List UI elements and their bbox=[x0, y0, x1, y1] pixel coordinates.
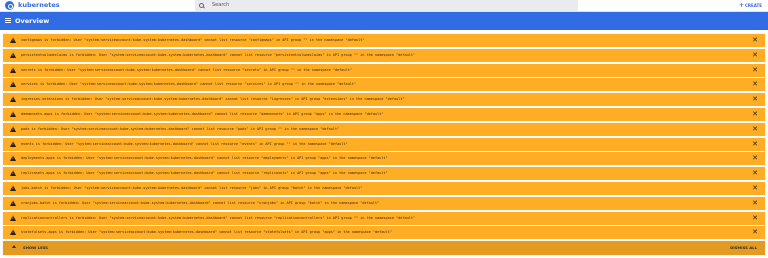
show-less-button[interactable]: SHOW LESS bbox=[23, 241, 48, 255]
kubernetes-logo-icon[interactable] bbox=[5, 1, 14, 10]
notification-item: jobs.batch is forbidden: User "system:se… bbox=[3, 182, 765, 196]
create-button[interactable]: +CREATE bbox=[739, 0, 762, 11]
notification-message: events is forbidden: User "system:servic… bbox=[21, 141, 348, 146]
close-icon[interactable]: ✕ bbox=[752, 212, 758, 225]
notification-item: pods is forbidden: User "system:servicea… bbox=[3, 122, 765, 137]
close-icon[interactable]: ✕ bbox=[752, 138, 758, 151]
menu-icon[interactable] bbox=[5, 18, 11, 23]
notification-item: services is forbidden: User "system:serv… bbox=[3, 78, 765, 93]
notification-message: replicationcontrollers is forbidden: Use… bbox=[21, 215, 416, 220]
notification-item: persistentvolumeclaims is forbidden: Use… bbox=[3, 48, 765, 63]
notification-message: jobs.batch is forbidden: User "system:se… bbox=[21, 186, 363, 190]
warning-icon bbox=[10, 81, 16, 88]
notification-message: statefulsets.apps is forbidden: User "sy… bbox=[21, 230, 392, 235]
warning-icon bbox=[10, 125, 16, 132]
close-icon[interactable]: ✕ bbox=[752, 34, 758, 47]
notification-item: secrets is forbidden: User "system:servi… bbox=[3, 63, 765, 78]
warning-icon bbox=[10, 185, 16, 191]
plus-icon: + bbox=[738, 2, 744, 9]
close-icon[interactable]: ✕ bbox=[752, 64, 758, 77]
top-bar: kubernetes Search +CREATE bbox=[0, 0, 768, 12]
notification-message: deployments.apps is forbidden: User "sys… bbox=[21, 156, 388, 161]
notification-item: statefulsets.apps is forbidden: User "sy… bbox=[3, 226, 765, 241]
notification-item: deployments.apps is forbidden: User "sys… bbox=[3, 152, 765, 167]
close-icon[interactable]: ✕ bbox=[752, 108, 758, 121]
notification-panel: configmaps is forbidden: User "system:se… bbox=[3, 34, 765, 255]
warning-icon bbox=[10, 170, 16, 177]
search-placeholder: Search bbox=[212, 2, 230, 8]
close-icon[interactable]: ✕ bbox=[752, 167, 758, 180]
notification-item: replicationcontrollers is forbidden: Use… bbox=[3, 211, 765, 226]
notification-message: secrets is forbidden: User "system:servi… bbox=[21, 67, 352, 72]
notification-message: daemonsets.apps is forbidden: User "syst… bbox=[21, 112, 384, 116]
notification-item: configmaps is forbidden: User "system:se… bbox=[3, 34, 765, 48]
toolbar: Overview bbox=[0, 12, 768, 30]
warning-icon bbox=[10, 51, 16, 58]
notification-footer: SHOW LESS DISMISS ALL bbox=[3, 241, 765, 255]
close-icon[interactable]: ✕ bbox=[752, 152, 758, 165]
page-title: Overview bbox=[15, 17, 50, 25]
notification-item: ingresses.extensions is forbidden: User … bbox=[3, 93, 765, 108]
dismiss-all-button[interactable]: DISMISS ALL bbox=[730, 241, 757, 255]
notification-message: services is forbidden: User "system:serv… bbox=[21, 82, 357, 87]
warning-icon bbox=[10, 96, 16, 103]
chevron-up-icon[interactable] bbox=[12, 245, 16, 248]
notification-message: persistentvolumeclaims is forbidden: Use… bbox=[21, 52, 416, 57]
close-icon[interactable]: ✕ bbox=[752, 78, 758, 91]
warning-icon bbox=[10, 199, 16, 206]
create-label: CREATE bbox=[745, 3, 762, 8]
notification-message: pods is forbidden: User "system:servicea… bbox=[21, 126, 340, 131]
notification-item: replicasets.apps is forbidden: User "sys… bbox=[3, 167, 765, 182]
close-icon[interactable]: ✕ bbox=[752, 182, 758, 195]
notification-message: replicasets.apps is forbidden: User "sys… bbox=[21, 171, 388, 176]
close-icon[interactable]: ✕ bbox=[752, 123, 758, 136]
notification-message: cronjobs.batch is forbidden: User "syste… bbox=[21, 200, 380, 205]
brand-name[interactable]: kubernetes bbox=[18, 0, 60, 11]
notification-message: ingresses.extensions is forbidden: User … bbox=[21, 97, 405, 102]
close-icon[interactable]: ✕ bbox=[752, 93, 758, 106]
warning-icon bbox=[10, 155, 16, 162]
warning-icon bbox=[10, 140, 16, 147]
search-input[interactable]: Search bbox=[195, 0, 578, 11]
warning-icon bbox=[10, 229, 16, 236]
notification-item: daemonsets.apps is forbidden: User "syst… bbox=[3, 108, 765, 122]
close-icon[interactable]: ✕ bbox=[752, 197, 758, 210]
warning-icon bbox=[10, 66, 16, 73]
notification-message: configmaps is forbidden: User "system:se… bbox=[21, 38, 365, 42]
search-icon bbox=[199, 3, 204, 8]
notification-item: events is forbidden: User "system:servic… bbox=[3, 137, 765, 152]
warning-icon bbox=[10, 37, 16, 43]
close-icon[interactable]: ✕ bbox=[752, 226, 758, 239]
close-icon[interactable]: ✕ bbox=[752, 49, 758, 62]
warning-icon bbox=[10, 214, 16, 221]
warning-icon bbox=[10, 111, 16, 117]
notification-item: cronjobs.batch is forbidden: User "syste… bbox=[3, 196, 765, 211]
